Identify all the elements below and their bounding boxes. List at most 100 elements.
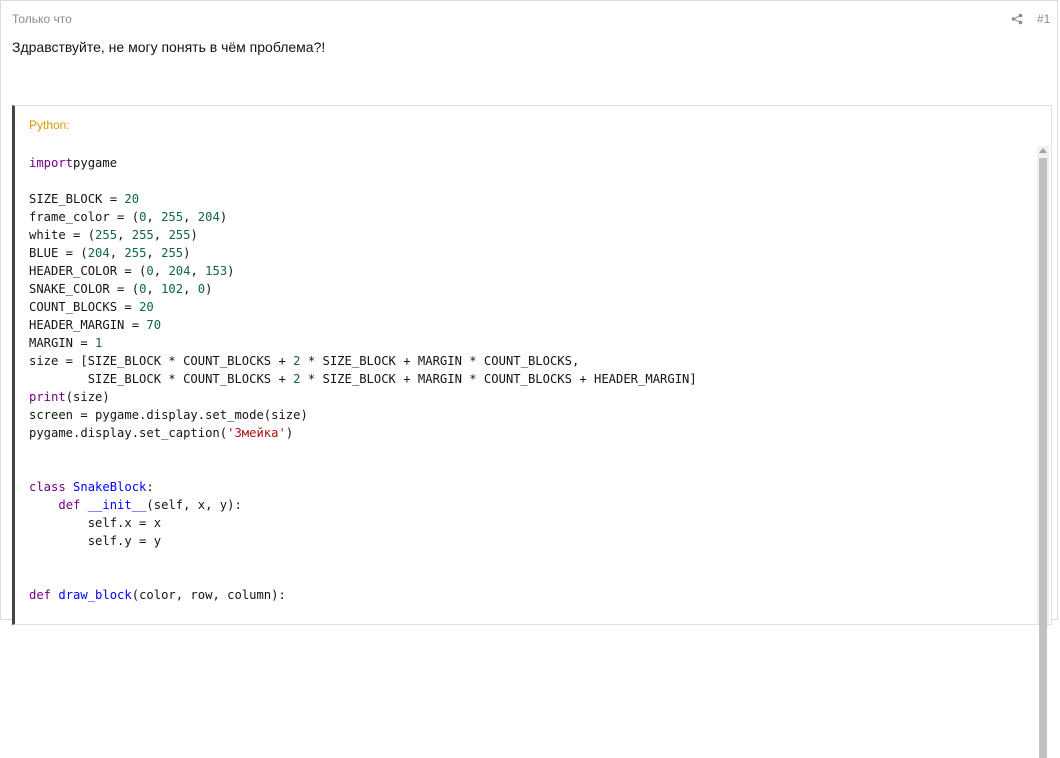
code-token: 'Змейка'	[227, 426, 286, 440]
code-token: print	[29, 390, 66, 404]
code-token: )	[227, 264, 235, 278]
code-line: SIZE_BLOCK = 20	[29, 190, 1035, 208]
scroll-up-arrow-icon[interactable]	[1039, 148, 1047, 153]
code-token: 2	[293, 372, 301, 386]
code-token: 20	[139, 300, 154, 314]
code-line: MARGIN = 1	[29, 334, 1035, 352]
code-token: 20	[124, 192, 140, 206]
code-token: self.y = y	[29, 534, 162, 548]
scroll-thumb[interactable]	[1039, 158, 1047, 758]
code-token: 1	[95, 336, 103, 350]
code-token: ,	[146, 210, 162, 224]
code-token: ,	[146, 282, 162, 296]
code-line: class SnakeBlock:	[29, 478, 1035, 496]
forum-post: Только что #1 Здравствуйте, не могу поня…	[0, 0, 1058, 758]
code-token: screen = pygame.display.set_mode(size)	[29, 408, 308, 422]
code-token: )	[205, 282, 213, 296]
code-token: 204	[197, 210, 220, 224]
code-token: frame_color = (	[29, 210, 140, 224]
code-token: def	[58, 498, 81, 512]
code-token: pygame.display.set_caption(	[29, 426, 228, 440]
code-token: __init__	[80, 498, 147, 512]
code-token: :	[146, 480, 154, 494]
code-token: BLUE = (	[29, 246, 88, 260]
code-line: BLUE = (204, 255, 255)	[29, 244, 1035, 262]
code-token: SnakeBlock	[65, 480, 147, 494]
code-line: print(size)	[29, 388, 1035, 406]
code-line: HEADER_MARGIN = 70	[29, 316, 1035, 334]
code-token: 102	[161, 282, 184, 296]
code-token: 255	[124, 246, 147, 260]
code-token: * SIZE_BLOCK + MARGIN * COUNT_BLOCKS + H…	[300, 372, 697, 386]
code-line: size = [SIZE_BLOCK * COUNT_BLOCKS + 2 * …	[29, 352, 1035, 370]
code-line: SNAKE_COLOR = (0, 102, 0)	[29, 280, 1035, 298]
code-token: ,	[109, 246, 125, 260]
code-line: white = (255, 255, 255)	[29, 226, 1035, 244]
code-token: 153	[205, 264, 228, 278]
code-token: ,	[153, 264, 169, 278]
code-line: self.y = y	[29, 532, 1035, 550]
code-token: )	[219, 210, 228, 224]
code-language-label: Python:	[29, 118, 70, 132]
code-token: SIZE_BLOCK =	[29, 192, 125, 206]
code-token: 0	[146, 264, 154, 278]
code-token: COUNT_BLOCKS =	[29, 300, 140, 314]
code-token: 204	[168, 264, 191, 278]
code-token: 2	[293, 354, 301, 368]
code-token: MARGIN =	[29, 336, 96, 350]
code-line: HEADER_COLOR = (0, 204, 153)	[29, 262, 1035, 280]
code-token: )	[190, 228, 198, 242]
code-content: importpygame SIZE_BLOCK = 20 frame_color …	[29, 154, 1035, 604]
code-token: HEADER_COLOR = (	[29, 264, 147, 278]
code-token: )	[285, 426, 294, 440]
code-token: (size)	[65, 390, 110, 404]
code-block: Python: importpygame SIZE_BLOCK = 20 fram…	[12, 105, 1052, 758]
code-token: ,	[153, 228, 169, 242]
code-line: def __init__(self, x, y):	[29, 496, 1035, 514]
code-token: white = (	[29, 228, 96, 242]
code-line: SIZE_BLOCK * COUNT_BLOCKS + 2 * SIZE_BLO…	[29, 370, 1035, 388]
code-token: import	[29, 156, 74, 170]
code-token: * SIZE_BLOCK + MARGIN * COUNT_BLOCKS,	[300, 354, 580, 368]
code-area[interactable]: importpygame SIZE_BLOCK = 20 frame_color …	[29, 154, 1035, 624]
code-token: self.x = x	[29, 516, 162, 530]
code-token: ,	[117, 228, 132, 242]
code-token: 255	[95, 228, 118, 242]
code-line: COUNT_BLOCKS = 20	[29, 298, 1035, 316]
code-token: (self, x, y):	[146, 498, 242, 512]
code-line: self.x = x	[29, 514, 1035, 532]
code-line: pygame.display.set_caption('Змейка')	[29, 424, 1035, 442]
post-message-text: Здравствуйте, не могу понять в чём пробл…	[12, 39, 326, 55]
code-token: ,	[183, 210, 198, 224]
code-token: class	[29, 480, 66, 494]
code-token: 255	[161, 246, 184, 260]
code-token: 70	[146, 318, 162, 332]
code-token: 255	[131, 228, 154, 242]
post-timestamp: Только что	[12, 12, 72, 26]
code-token: size = [SIZE_BLOCK * COUNT_BLOCKS +	[29, 354, 294, 368]
code-token: HEADER_MARGIN =	[29, 318, 147, 332]
code-token: ,	[183, 282, 198, 296]
code-token: )	[183, 246, 191, 260]
code-scrollbar[interactable]	[1037, 146, 1049, 758]
code-token: 204	[87, 246, 110, 260]
code-token: ,	[146, 246, 162, 260]
code-token: SNAKE_COLOR = (	[29, 282, 140, 296]
code-token: SIZE_BLOCK * COUNT_BLOCKS +	[29, 372, 294, 386]
code-token: pygame	[73, 156, 118, 170]
code-token: ,	[190, 264, 206, 278]
code-line: importpygame	[29, 154, 1035, 172]
code-line: frame_color = (0, 255, 204)	[29, 208, 1035, 226]
code-token: 255	[168, 228, 191, 242]
code-line: screen = pygame.display.set_mode(size)	[29, 406, 1035, 424]
post-permalink-number[interactable]: #1	[1037, 12, 1050, 26]
code-token: 255	[161, 210, 184, 224]
code-line: def draw_block(color, row, column):	[29, 586, 1035, 604]
share-icon[interactable]	[1011, 13, 1023, 25]
